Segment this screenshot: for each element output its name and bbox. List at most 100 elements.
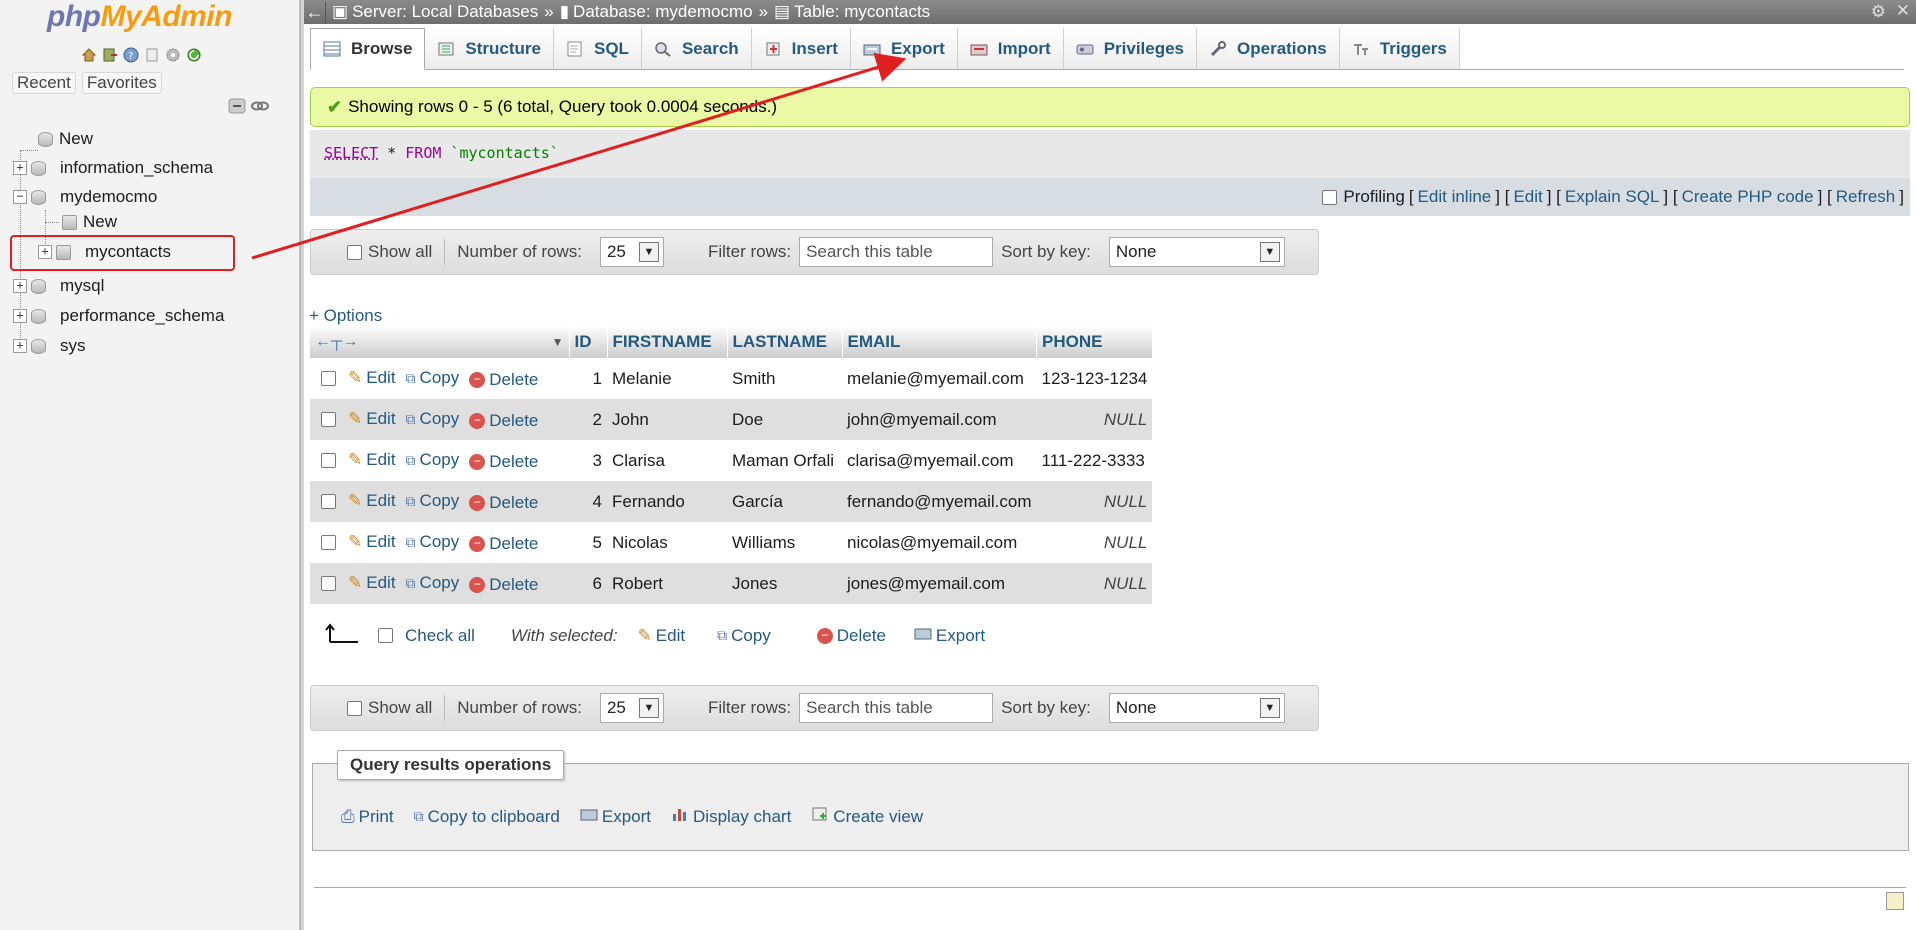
back-arrow-icon[interactable]: ← [304,1,326,23]
number-of-rows-select[interactable]: 25 ▼ [599,693,664,723]
tab-browse[interactable]: Browse [310,28,426,70]
cell-phone[interactable]: 111-222-3333 [1036,440,1153,481]
display-chart-link[interactable]: Display chart [671,806,791,827]
bulk-delete-button[interactable]: − Delete [816,626,886,646]
cell-email[interactable]: clarisa@myemail.com [842,440,1037,481]
row-edit-button[interactable]: ✎ Edit [348,491,396,511]
filter-rows-input[interactable]: Search this table [799,693,994,723]
tab-import[interactable]: Import [957,28,1064,69]
exit-icon[interactable] [101,46,119,64]
qro-export-link[interactable]: Export [580,806,651,827]
gear-icon[interactable]: ⚙ [1871,2,1886,22]
cell-lastname[interactable]: García [727,481,842,522]
cell-firstname[interactable]: Nicolas [607,522,727,563]
row-edit-button[interactable]: ✎ Edit [348,368,396,388]
edit-link[interactable]: Edit [1513,187,1542,207]
console-icon[interactable] [1886,892,1904,910]
row-checkbox[interactable] [321,575,336,591]
bulk-export-button[interactable]: Export [914,626,985,646]
options-link[interactable]: + Options [309,306,382,326]
breadcrumb-server[interactable]: ▣ Server: Local Databases [332,2,538,22]
sql-query-display[interactable]: SELECT * FROM `mycontacts` [310,130,1910,178]
column-resize-icon[interactable]: ←┬→ [315,333,358,351]
tree-item-information-schema[interactable]: + information_schema [13,155,213,181]
sql-keyword-select[interactable]: SELECT [324,144,378,162]
cell-phone[interactable]: NULL [1036,522,1153,563]
profiling-checkbox[interactable] [1322,189,1338,205]
row-copy-button[interactable]: ⧉ Copy [406,409,460,429]
expand-icon[interactable]: + [13,279,27,293]
cell-email[interactable]: melanie@myemail.com [842,358,1037,399]
settings-icon[interactable] [164,46,182,64]
close-icon[interactable]: ✕ [1896,1,1910,21]
row-checkbox[interactable] [321,493,336,509]
panel-splitter[interactable] [300,0,304,930]
filter-rows-input[interactable]: Search this table [799,237,994,267]
collapse-all-icon[interactable] [228,98,246,118]
cell-id[interactable]: 1 [569,358,607,399]
bulk-edit-button[interactable]: ✎ Edit [638,626,686,646]
cell-phone[interactable]: NULL [1036,399,1153,440]
help-icon[interactable]: ? [122,46,140,64]
cell-phone[interactable]: NULL [1036,481,1153,522]
tab-structure[interactable]: Structure [425,28,554,69]
tab-search[interactable]: Search [641,28,752,69]
cell-email[interactable]: jones@myemail.com [842,563,1037,604]
tree-item-mysql[interactable]: + mysql [13,273,104,299]
docs-icon[interactable] [143,46,161,64]
show-all-checkbox[interactable] [347,700,362,716]
row-edit-button[interactable]: ✎ Edit [348,450,396,470]
expand-icon[interactable]: + [13,309,27,323]
cell-firstname[interactable]: Melanie [607,358,727,399]
print-link[interactable]: ⎙ Print [341,806,394,827]
tab-insert[interactable]: Insert [751,28,851,69]
cell-email[interactable]: nicolas@myemail.com [842,522,1037,563]
row-copy-button[interactable]: ⧉ Copy [406,532,460,552]
cell-email[interactable]: fernando@myemail.com [842,481,1037,522]
explain-sql-link[interactable]: Explain SQL [1565,187,1660,207]
row-checkbox[interactable] [321,534,336,550]
column-header-phone[interactable]: PHONE [1036,326,1153,358]
show-all-checkbox[interactable] [347,244,362,260]
cell-firstname[interactable]: John [607,399,727,440]
tab-sql[interactable]: SQL [554,28,642,69]
row-checkbox[interactable] [321,411,336,427]
cell-firstname[interactable]: Fernando [607,481,727,522]
cell-firstname[interactable]: Robert [607,563,727,604]
row-delete-button[interactable]: − Delete [469,452,538,472]
row-edit-button[interactable]: ✎ Edit [348,573,396,593]
sort-by-key-select[interactable]: None ▼ [1108,237,1285,267]
row-delete-button[interactable]: − Delete [469,493,538,513]
reload-icon[interactable] [185,46,203,64]
edit-inline-link[interactable]: Edit inline [1418,187,1492,207]
expand-icon[interactable]: + [13,161,27,175]
row-copy-button[interactable]: ⧉ Copy [406,573,460,593]
column-header-id[interactable]: ID [569,326,608,358]
tab-triggers[interactable]: Triggers [1339,28,1460,69]
row-checkbox[interactable] [321,370,336,386]
phpmyadmin-logo[interactable]: phpMyAdmin [47,0,232,34]
sort-by-key-select[interactable]: None ▼ [1108,693,1285,723]
favorites-button[interactable]: Favorites [81,72,162,94]
cell-phone[interactable]: 123-123-1234 [1036,358,1153,399]
tree-item-performance-schema[interactable]: + performance_schema [13,303,224,329]
check-all-checkbox[interactable] [378,628,393,643]
row-delete-button[interactable]: − Delete [469,411,538,431]
check-all-link[interactable]: Check all [405,626,475,646]
copy-to-clipboard-link[interactable]: ⧉ Copy to clipboard [414,806,560,827]
row-edit-button[interactable]: ✎ Edit [348,532,396,552]
tree-item-new-table[interactable]: New [62,209,117,235]
cell-phone[interactable]: NULL [1036,563,1153,604]
cell-lastname[interactable]: Williams [727,522,842,563]
collapse-icon[interactable]: − [13,190,27,204]
number-of-rows-select[interactable]: 25 ▼ [599,237,664,267]
row-checkbox[interactable] [321,452,336,468]
create-view-link[interactable]: Create view [811,806,923,827]
cell-id[interactable]: 2 [569,399,607,440]
row-edit-button[interactable]: ✎ Edit [348,409,396,429]
cell-firstname[interactable]: Clarisa [607,440,727,481]
column-menu-chevron-icon[interactable]: ▼ [552,335,564,349]
cell-lastname[interactable]: Maman Orfali [727,440,842,481]
cell-id[interactable]: 5 [569,522,607,563]
tree-item-sys[interactable]: + sys [13,333,86,359]
